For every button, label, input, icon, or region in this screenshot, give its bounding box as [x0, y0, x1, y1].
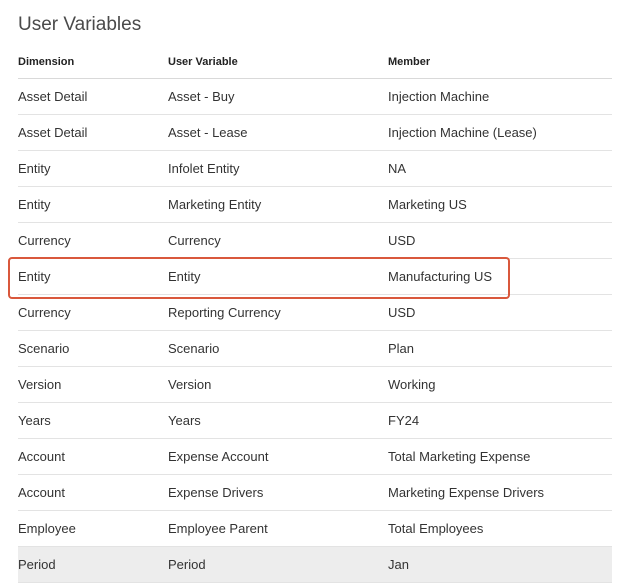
cell-dimension: Asset Detail: [18, 79, 168, 115]
cell-member[interactable]: USD: [388, 223, 612, 259]
cell-member[interactable]: FY24: [388, 403, 612, 439]
cell-member[interactable]: Manufacturing US: [388, 259, 612, 295]
cell-member[interactable]: USD: [388, 295, 612, 331]
cell-member[interactable]: Working: [388, 367, 612, 403]
cell-user-variable: Years: [168, 403, 388, 439]
cell-dimension: Entity: [18, 187, 168, 223]
cell-member[interactable]: Jan: [388, 547, 612, 583]
cell-dimension: Currency: [18, 223, 168, 259]
table-row[interactable]: Asset DetailAsset - LeaseInjection Machi…: [18, 115, 612, 151]
table-row[interactable]: EntityInfolet EntityNA: [18, 151, 612, 187]
table-row[interactable]: EntityEntityManufacturing US: [18, 259, 612, 295]
cell-user-variable: Period: [168, 547, 388, 583]
page-title: User Variables: [18, 14, 612, 36]
cell-member[interactable]: Injection Machine: [388, 79, 612, 115]
table-row[interactable]: EmployeeEmployee ParentTotal Employees: [18, 511, 612, 547]
table-row[interactable]: AccountExpense DriversMarketing Expense …: [18, 475, 612, 511]
table-header-row: Dimension User Variable Member: [18, 50, 612, 79]
column-header-user-variable[interactable]: User Variable: [168, 50, 388, 79]
cell-dimension: Scenario: [18, 331, 168, 367]
table-row[interactable]: CurrencyReporting CurrencyUSD: [18, 295, 612, 331]
table-row[interactable]: ScenarioScenarioPlan: [18, 331, 612, 367]
table-row[interactable]: Asset DetailAsset - BuyInjection Machine: [18, 79, 612, 115]
cell-member[interactable]: Marketing US: [388, 187, 612, 223]
cell-user-variable: Scenario: [168, 331, 388, 367]
cell-user-variable: Reporting Currency: [168, 295, 388, 331]
cell-user-variable: Asset - Buy: [168, 79, 388, 115]
cell-dimension: Employee: [18, 511, 168, 547]
cell-user-variable: Marketing Entity: [168, 187, 388, 223]
cell-dimension: Period: [18, 547, 168, 583]
table-row[interactable]: EntityMarketing EntityMarketing US: [18, 187, 612, 223]
cell-dimension: Account: [18, 439, 168, 475]
cell-member[interactable]: Injection Machine (Lease): [388, 115, 612, 151]
cell-dimension: Account: [18, 475, 168, 511]
cell-member[interactable]: Plan: [388, 331, 612, 367]
table-row[interactable]: AccountExpense AccountTotal Marketing Ex…: [18, 439, 612, 475]
cell-user-variable: Employee Parent: [168, 511, 388, 547]
cell-user-variable: Expense Drivers: [168, 475, 388, 511]
column-header-dimension[interactable]: Dimension: [18, 50, 168, 79]
cell-member[interactable]: NA: [388, 151, 612, 187]
table-row[interactable]: VersionVersionWorking: [18, 367, 612, 403]
user-variables-table-wrap: Dimension User Variable Member Asset Det…: [18, 50, 612, 583]
cell-user-variable: Expense Account: [168, 439, 388, 475]
cell-user-variable: Entity: [168, 259, 388, 295]
cell-dimension: Years: [18, 403, 168, 439]
cell-user-variable: Asset - Lease: [168, 115, 388, 151]
cell-dimension: Version: [18, 367, 168, 403]
column-header-member[interactable]: Member: [388, 50, 612, 79]
cell-user-variable: Currency: [168, 223, 388, 259]
cell-dimension: Entity: [18, 259, 168, 295]
table-row[interactable]: PeriodPeriodJan: [18, 547, 612, 583]
cell-dimension: Currency: [18, 295, 168, 331]
table-row[interactable]: YearsYearsFY24: [18, 403, 612, 439]
cell-user-variable: Infolet Entity: [168, 151, 388, 187]
user-variables-table: Dimension User Variable Member Asset Det…: [18, 50, 612, 583]
table-row[interactable]: CurrencyCurrencyUSD: [18, 223, 612, 259]
cell-user-variable: Version: [168, 367, 388, 403]
cell-member[interactable]: Marketing Expense Drivers: [388, 475, 612, 511]
cell-dimension: Asset Detail: [18, 115, 168, 151]
cell-member[interactable]: Total Marketing Expense: [388, 439, 612, 475]
cell-dimension: Entity: [18, 151, 168, 187]
cell-member[interactable]: Total Employees: [388, 511, 612, 547]
